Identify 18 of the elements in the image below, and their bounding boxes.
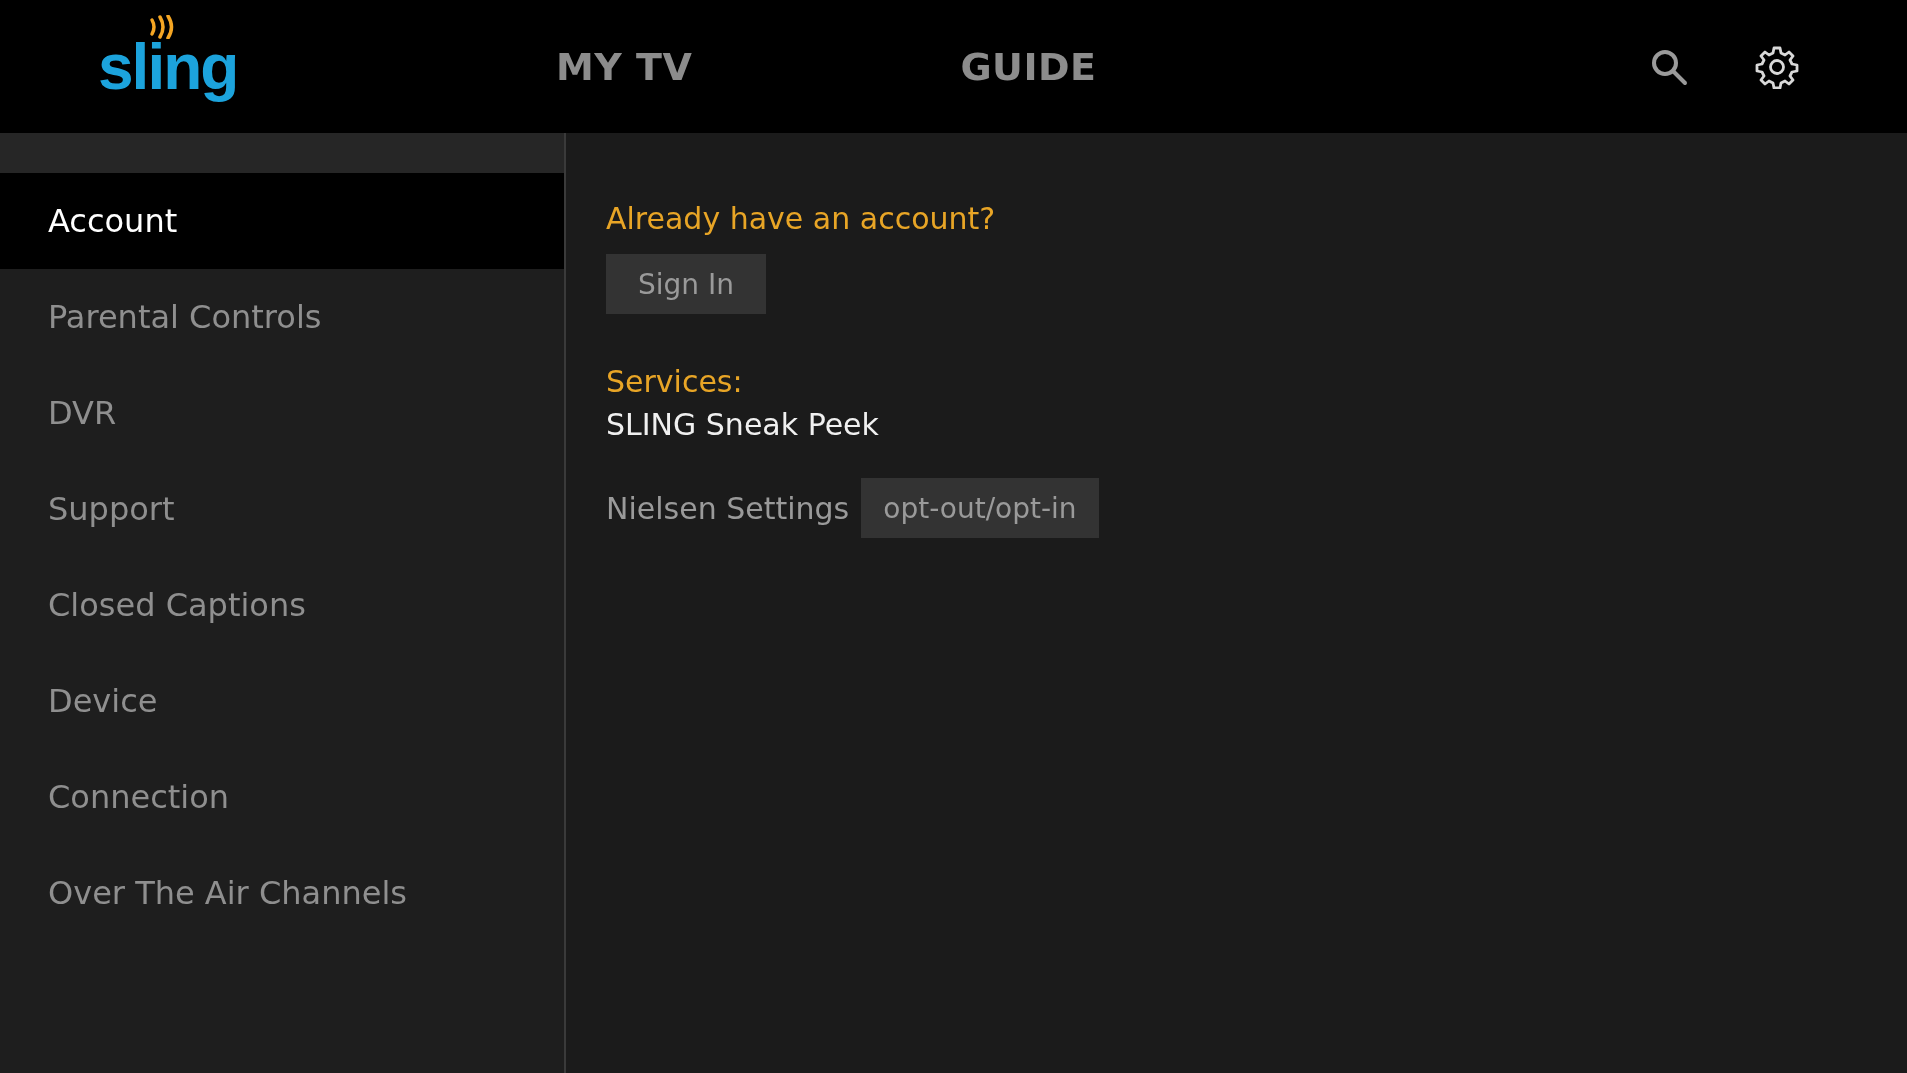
- sidebar-item[interactable]: Over The Air Channels: [0, 845, 564, 941]
- sidebar-item[interactable]: Support: [0, 461, 564, 557]
- sidebar-item[interactable]: Connection: [0, 749, 564, 845]
- sign-in-button[interactable]: Sign In: [606, 254, 766, 314]
- sidebar-item[interactable]: Device: [0, 653, 564, 749]
- services-label: Services:: [606, 364, 743, 399]
- sling-logo[interactable]: sling: [98, 30, 238, 103]
- opt-out-button[interactable]: opt-out/opt-in: [861, 478, 1099, 538]
- nav-tab[interactable]: MY TV: [556, 44, 693, 89]
- nielsen-label: Nielsen Settings: [606, 490, 850, 526]
- sidebar-item[interactable]: Account: [0, 173, 564, 269]
- sidebar-item[interactable]: DVR: [0, 365, 564, 461]
- sidebar-item[interactable]: Closed Captions: [0, 557, 564, 653]
- sidebar-item[interactable]: Parental Controls: [0, 269, 564, 365]
- account-prompt: Already have an account?: [606, 201, 996, 236]
- settings-icon[interactable]: [1755, 44, 1799, 89]
- service-name: SLING Sneak Peek: [606, 407, 879, 442]
- nav-tab[interactable]: GUIDE: [960, 44, 1097, 89]
